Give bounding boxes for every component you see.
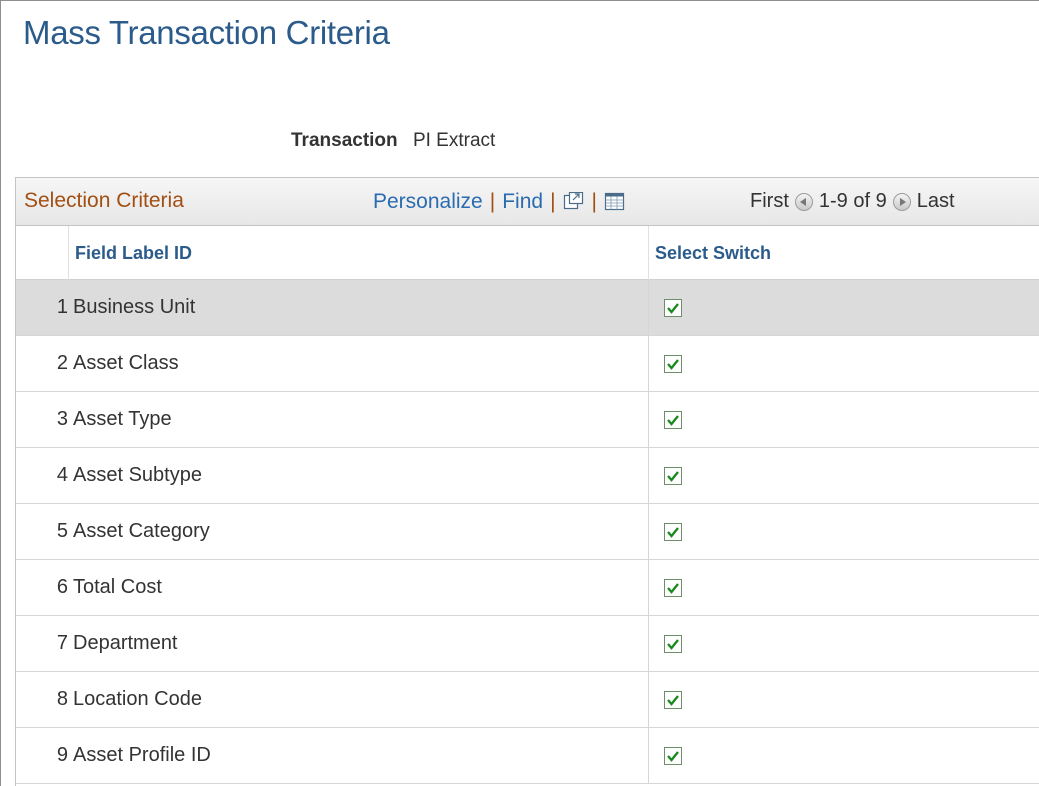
select-switch-checkbox[interactable]	[664, 467, 682, 485]
pager-first[interactable]: First	[750, 190, 789, 213]
grid-header: Selection Criteria Personalize | Find | …	[16, 177, 1039, 226]
row-number: 4	[56, 464, 68, 486]
checkmark-icon	[667, 583, 679, 594]
row-number: 7	[56, 632, 68, 654]
field-label: Asset Profile ID	[73, 744, 211, 766]
select-switch-header[interactable]: Select Switch	[655, 243, 771, 264]
transaction-row: Transaction PI Extract	[291, 130, 495, 152]
field-label: Asset Subtype	[73, 464, 202, 486]
field-label: Asset Category	[73, 520, 210, 542]
select-switch-checkbox[interactable]	[664, 747, 682, 765]
column-divider	[648, 336, 649, 391]
toolbar-separator: |	[591, 190, 597, 213]
row-number: 2	[56, 352, 68, 374]
row-number: 5	[56, 520, 68, 542]
column-divider	[648, 504, 649, 559]
table-row[interactable]: 6 Total Cost	[16, 560, 1039, 616]
checkmark-icon	[667, 751, 679, 762]
field-label: Asset Type	[73, 408, 172, 430]
field-label: Location Code	[73, 688, 202, 710]
select-switch-checkbox[interactable]	[664, 411, 682, 429]
row-number: 1	[56, 296, 68, 318]
row-number: 6	[56, 576, 68, 598]
table-row[interactable]: 8 Location Code	[16, 672, 1039, 728]
previous-icon[interactable]	[794, 192, 813, 211]
transaction-value: PI Extract	[412, 130, 496, 151]
column-divider	[648, 728, 649, 783]
grid-title: Selection Criteria	[24, 189, 184, 212]
find-link[interactable]: Find	[502, 190, 543, 214]
checkmark-icon	[667, 695, 679, 706]
download-spreadsheet-icon[interactable]	[604, 192, 626, 212]
toolbar-separator: |	[489, 190, 496, 213]
select-switch-checkbox[interactable]	[664, 579, 682, 597]
select-switch-checkbox[interactable]	[664, 523, 682, 541]
selection-criteria-grid: Selection Criteria Personalize | Find | …	[15, 177, 1039, 786]
checkmark-icon	[667, 527, 679, 538]
personalize-link[interactable]: Personalize	[373, 190, 483, 214]
view-all-icon[interactable]	[563, 191, 585, 212]
page-title: Mass Transaction Criteria	[23, 14, 390, 51]
table-row[interactable]: 2 Asset Class	[16, 336, 1039, 392]
checkmark-icon	[667, 471, 679, 482]
column-header-row: Field Label ID Select Switch	[16, 226, 1039, 280]
checkmark-icon	[667, 303, 679, 314]
select-switch-checkbox[interactable]	[664, 299, 682, 317]
field-label: Asset Class	[73, 352, 179, 374]
row-number: 8	[56, 688, 68, 710]
grid-rows: 1 Business Unit 2 Asset Class 3 Asset Ty…	[16, 280, 1039, 784]
toolbar-separator: |	[550, 190, 556, 213]
checkmark-icon	[667, 415, 679, 426]
checkmark-icon	[667, 639, 679, 650]
field-label-id-header[interactable]: Field Label ID	[75, 243, 192, 264]
checkmark-icon	[667, 359, 679, 370]
field-label: Business Unit	[73, 296, 196, 318]
grid-toolbar: Personalize | Find | |	[373, 190, 626, 214]
field-label: Department	[73, 632, 178, 654]
table-row[interactable]: 9 Asset Profile ID	[16, 728, 1039, 784]
table-row[interactable]: 3 Asset Type	[16, 392, 1039, 448]
grid-pager: First 1-9 of 9 Last	[750, 190, 955, 213]
column-divider	[648, 226, 649, 280]
column-divider	[648, 616, 649, 671]
table-row[interactable]: 5 Asset Category	[16, 504, 1039, 560]
table-row[interactable]: 7 Department	[16, 616, 1039, 672]
pager-last[interactable]: Last	[917, 190, 955, 213]
select-switch-checkbox[interactable]	[664, 635, 682, 653]
select-switch-checkbox[interactable]	[664, 691, 682, 709]
select-switch-checkbox[interactable]	[664, 355, 682, 373]
column-divider	[648, 280, 649, 335]
row-number: 9	[56, 744, 68, 766]
column-divider	[648, 560, 649, 615]
transaction-label: Transaction	[291, 130, 398, 151]
field-label: Total Cost	[73, 576, 162, 598]
table-row[interactable]: 4 Asset Subtype	[16, 448, 1039, 504]
pager-range: 1-9 of 9	[818, 190, 887, 212]
column-divider	[648, 392, 649, 447]
column-divider	[648, 448, 649, 503]
row-number-header	[16, 226, 69, 280]
table-row[interactable]: 1 Business Unit	[16, 280, 1039, 336]
row-number: 3	[56, 408, 68, 430]
next-icon[interactable]	[892, 192, 911, 211]
column-divider	[648, 672, 649, 727]
